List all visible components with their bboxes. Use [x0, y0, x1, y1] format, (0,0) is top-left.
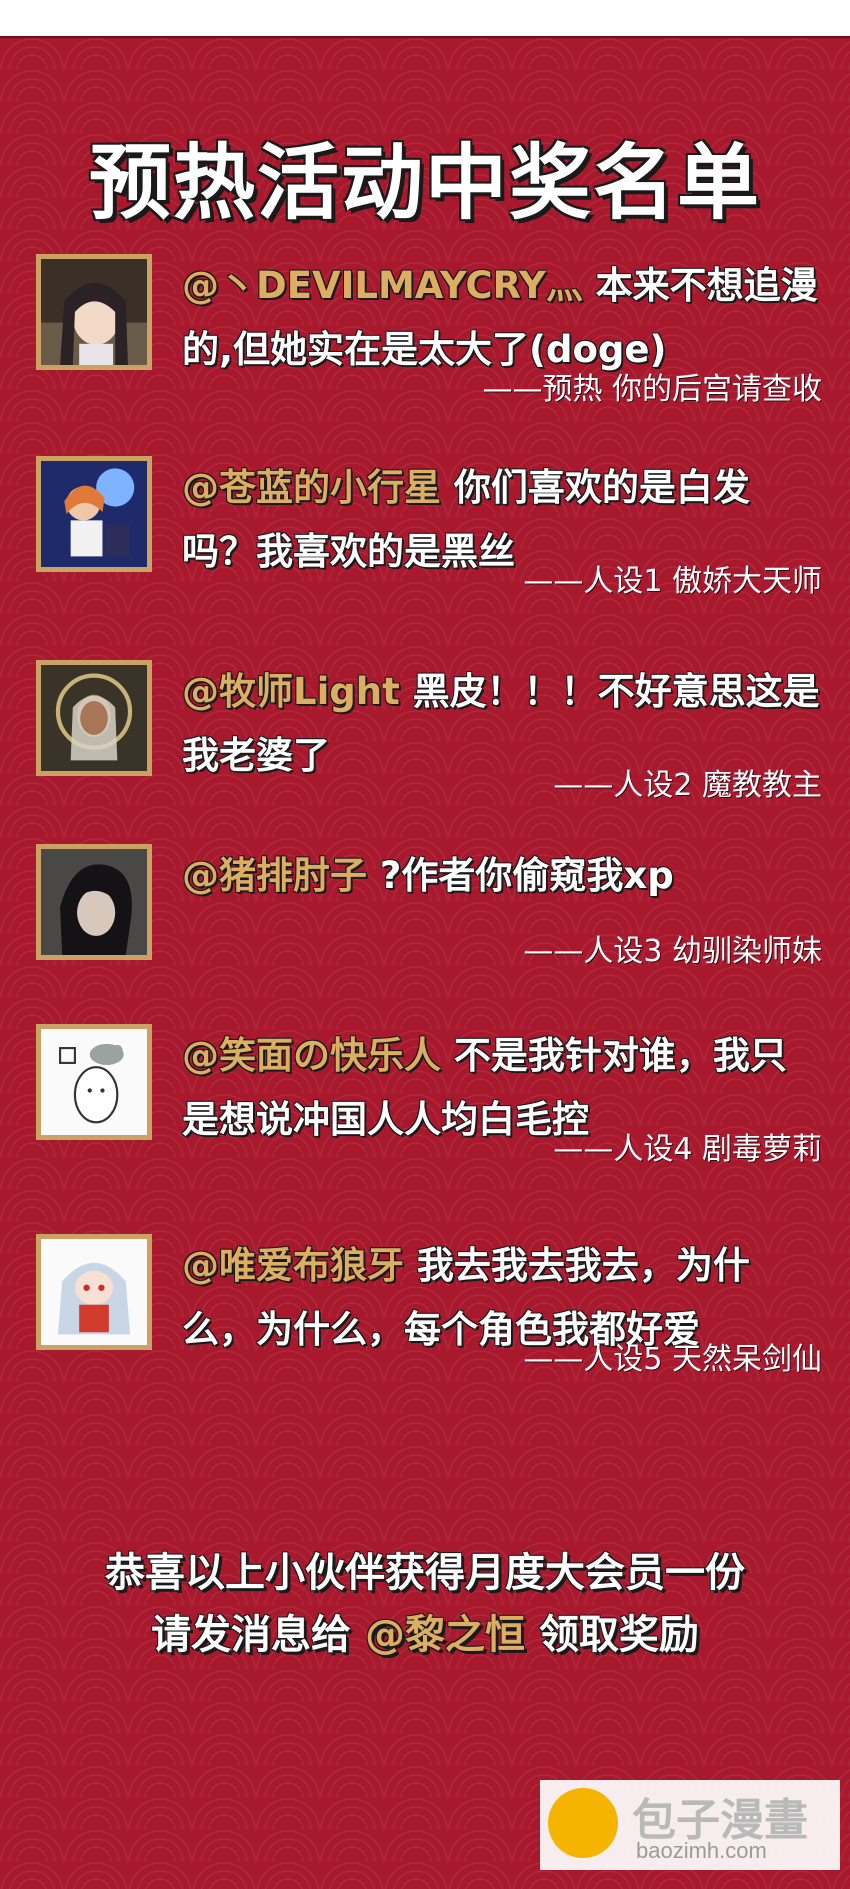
avatar — [36, 1234, 152, 1350]
avatar-image — [41, 1029, 147, 1135]
poster-background: 预热活动中奖名单 @丶DEVILMAYCRY灬 本来不想追漫的,但她实在是太大了… — [0, 36, 850, 1889]
user-handle[interactable]: @牧师Light — [182, 670, 400, 713]
comment-text: @丶DEVILMAYCRY灬 本来不想追漫的,但她实在是太大了(doge) — [182, 254, 822, 382]
avatar-image — [41, 849, 147, 955]
avatar-image — [41, 665, 147, 771]
avatar — [36, 844, 152, 960]
prize-signature: ——人设1 傲娇大天师 — [523, 564, 822, 599]
user-handle[interactable]: @苍蓝的小行星 — [182, 466, 441, 509]
congratulation-line-2: 请发消息给 @黎之恒 领取奖励 — [151, 1612, 699, 1658]
user-handle[interactable]: @唯爱布狼牙 — [182, 1244, 404, 1287]
prize-signature: ——人设2 魔教教主 — [553, 768, 822, 803]
avatar — [36, 660, 152, 776]
avatar — [36, 254, 152, 370]
avatar — [36, 456, 152, 572]
avatar-image — [41, 1239, 147, 1345]
avatar — [36, 1024, 152, 1140]
prize-signature: ——人设5 天然呆剑仙 — [523, 1342, 822, 1377]
avatar-image — [41, 259, 147, 365]
comment-body: ?作者你偷窥我xp — [379, 854, 674, 897]
contact-handle[interactable]: @黎之恒 — [365, 1612, 525, 1658]
prize-signature: ——人设4 剧毒萝莉 — [553, 1132, 822, 1167]
prize-signature: ——预热 你的后宫请查收 — [482, 372, 822, 407]
page-title: 预热活动中奖名单 — [88, 136, 761, 231]
watermark-url: baozimh.com — [636, 1838, 767, 1863]
user-handle[interactable]: @丶DEVILMAYCRY灬 — [182, 264, 583, 307]
congratulation-line-1: 恭喜以上小伙伴获得月度大会员一份 — [105, 1550, 745, 1596]
congratulation-message: 恭喜以上小伙伴获得月度大会员一份 请发消息给 @黎之恒 领取奖励 — [0, 1542, 850, 1666]
avatar-image — [41, 461, 147, 567]
site-watermark: 包子漫畫 baozimh.com — [540, 1780, 840, 1870]
bun-logo-icon — [548, 1788, 618, 1858]
comment-text: @猪排肘子 ?作者你偷窥我xp — [182, 844, 822, 908]
user-handle[interactable]: @笑面の快乐人 — [182, 1034, 441, 1077]
prize-signature: ——人设3 幼驯染师妹 — [523, 934, 822, 969]
user-handle[interactable]: @猪排肘子 — [182, 854, 367, 897]
